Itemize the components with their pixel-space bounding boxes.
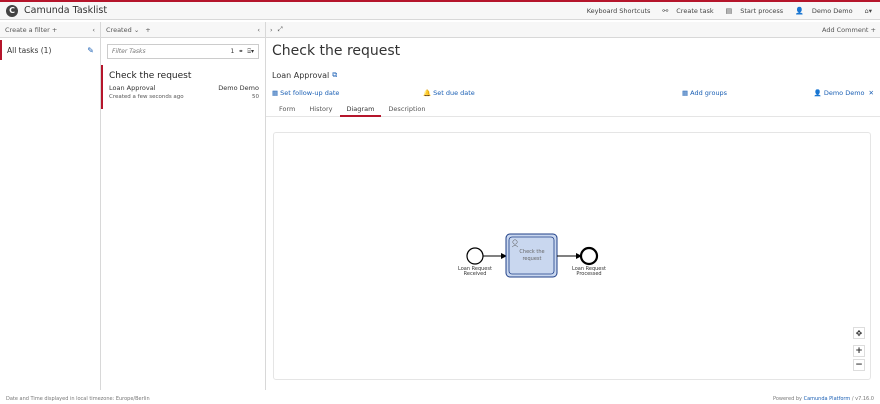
link-icon[interactable]: ⚭ (238, 48, 243, 55)
list-icon: ▤ (725, 6, 733, 15)
start-process-link[interactable]: ▤ Start process (720, 7, 784, 15)
set-follow-up-date-button[interactable]: ▦ Set follow-up date (272, 89, 339, 97)
filter-label: All tasks (1) (7, 45, 52, 55)
search-operator-icon[interactable]: ⌸▾ (247, 48, 254, 56)
collapse-list-icon[interactable]: ‹ (257, 26, 260, 34)
task-process: Loan Approval (109, 84, 156, 92)
start-event-label-line2: Received (464, 271, 487, 277)
task-label-line2: request (522, 256, 541, 262)
task-name: Check the request (109, 71, 192, 81)
edit-filter-icon[interactable]: ✎ (87, 46, 94, 55)
zoom-out-button[interactable]: − (853, 359, 865, 371)
timezone-note: Date and Time displayed in local timezon… (6, 395, 150, 402)
process-name[interactable]: Loan Approval ⧉ (272, 71, 880, 80)
tab-description[interactable]: Description (381, 105, 432, 117)
task-count: 1 (230, 48, 235, 55)
brand[interactable]: C Camunda Tasklist (0, 4, 108, 17)
keyboard-shortcuts-link[interactable]: Keyboard Shortcuts (581, 7, 651, 15)
camunda-platform-link[interactable]: Camunda Platform (804, 396, 851, 402)
add-sort-button[interactable]: + (145, 26, 150, 34)
bell-icon: 🔔 (423, 88, 432, 97)
home-icon: ⌂▾ (864, 6, 872, 15)
task-title: Check the request (272, 43, 401, 59)
grid-icon: ▦ (682, 88, 689, 97)
chevron-down-icon: ⌄ (133, 25, 140, 34)
expand-list-icon[interactable]: › (270, 26, 273, 34)
task-label-line1: Check the (519, 249, 544, 255)
task-detail-header: › ⤢ Add Comment + (266, 22, 880, 38)
powered-by: Powered by Camunda Platform / v7.16.0 (773, 395, 874, 402)
collapse-filters-icon[interactable]: ‹ (92, 26, 95, 34)
link-icon: ⚯ (662, 6, 669, 15)
user-menu[interactable]: 👤 Demo Demo (789, 7, 852, 15)
calendar-icon: ▦ (272, 88, 279, 97)
camunda-logo-icon: C (6, 4, 18, 17)
create-filter-link[interactable]: Create a filter + (5, 26, 57, 34)
task-search: 1 ⚭ ⌸▾ (107, 44, 259, 59)
add-comment-button[interactable]: Add Comment + (822, 26, 876, 34)
task-priority: 50 (252, 94, 259, 100)
task-assignee: Demo Demo (218, 84, 259, 92)
task-created: Created a few seconds ago (109, 94, 184, 100)
external-link-icon[interactable]: ⧉ (332, 71, 337, 80)
set-due-date-button[interactable]: 🔔 Set due date (423, 89, 475, 97)
unassign-icon[interactable]: ✕ (869, 89, 874, 97)
task-detail: › ⤢ Add Comment + Check the request Loan… (266, 22, 880, 390)
move-icon: ✥ (855, 328, 863, 338)
zoom-in-button[interactable]: + (853, 345, 865, 357)
end-event[interactable] (579, 246, 599, 266)
top-navbar: C Camunda Tasklist Keyboard Shortcuts ⚯ C… (0, 0, 880, 20)
task-tabs: Form History Diagram Description (266, 105, 880, 117)
task-list-item[interactable]: Check the request Loan Approval Demo Dem… (101, 65, 265, 109)
user-icon: 👤 (795, 6, 804, 15)
tab-form[interactable]: Form (272, 105, 302, 117)
tasklist-header: Created ⌄ + ‹ (101, 22, 265, 38)
plus-icon: + (855, 346, 863, 356)
filters-header: Create a filter + ‹ (0, 22, 100, 38)
user-icon: 👤 (813, 88, 822, 97)
minus-icon: − (855, 360, 863, 370)
filter-tasks-input[interactable] (112, 48, 231, 55)
start-event[interactable] (466, 247, 484, 265)
bpmn-diagram[interactable]: Check the request Loan Request Received … (273, 132, 871, 380)
tab-diagram[interactable]: Diagram (339, 105, 382, 117)
reset-view-button[interactable]: ✥ (853, 327, 865, 339)
add-groups-button[interactable]: ▦ Add groups (682, 89, 727, 97)
create-task-link[interactable]: ⚯ Create task (656, 7, 713, 15)
tab-history[interactable]: History (302, 105, 339, 117)
home-menu[interactable]: ⌂▾ (859, 7, 872, 15)
task-actions: ▦ Set follow-up date 🔔 Set due date ▦ Add g… (272, 88, 874, 97)
end-event-label-line2: Processed (576, 271, 601, 277)
footer: Date and Time displayed in local timezon… (0, 393, 880, 404)
sort-dropdown[interactable]: Created ⌄ (106, 26, 139, 34)
assignee-control[interactable]: 👤 Demo Demo ✕ (814, 89, 874, 97)
tasklist-column: Created ⌄ + ‹ 1 ⚭ ⌸▾ Check the request L… (101, 22, 266, 390)
filters-column: Create a filter + ‹ All tasks (1) ✎ (0, 22, 101, 390)
bpmn-canvas[interactable]: Check the request Loan Request Received … (274, 133, 872, 381)
app-title: Camunda Tasklist (24, 5, 108, 16)
filter-item-all-tasks[interactable]: All tasks (1) ✎ (0, 40, 100, 60)
fullscreen-icon[interactable]: ⤢ (278, 25, 283, 34)
